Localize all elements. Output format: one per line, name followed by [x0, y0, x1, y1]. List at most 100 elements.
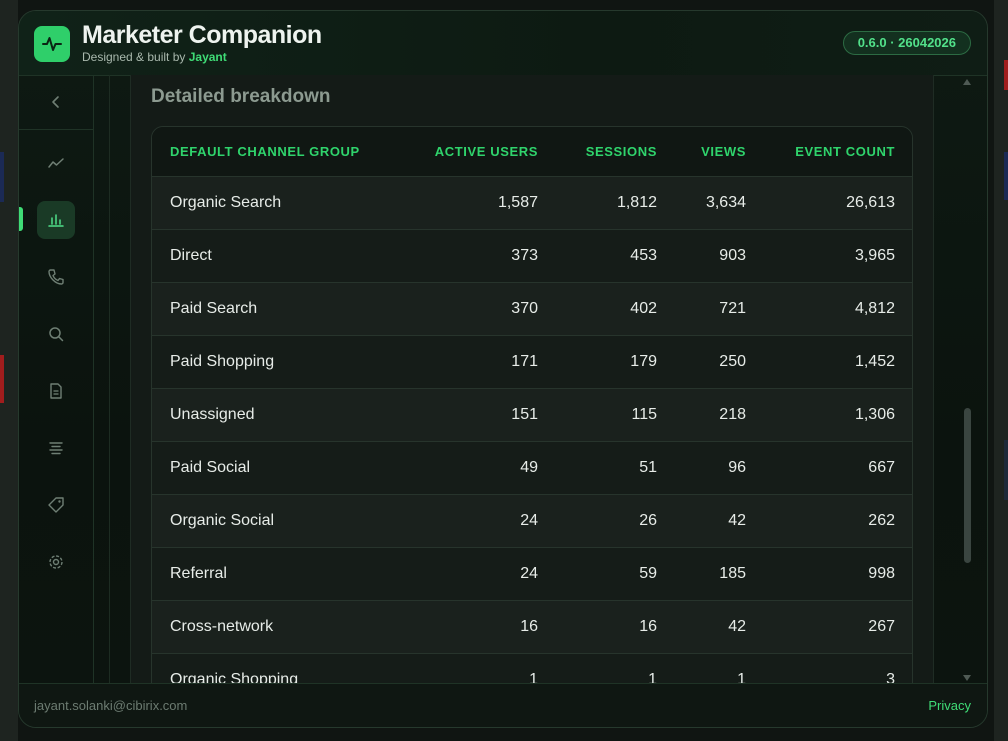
metric-cell: 1,306 — [763, 388, 912, 442]
sidebar-item-calls[interactable] — [37, 258, 75, 296]
background-window-edge-right — [994, 0, 1008, 741]
column-header[interactable]: ACTIVE USERS — [402, 127, 555, 177]
table-row: Organic Social 24 26 42 262 — [152, 494, 912, 548]
column-header[interactable]: VIEWS — [674, 127, 763, 177]
table-row: Cross-network 16 16 42 267 — [152, 600, 912, 654]
sidebar-item-tags[interactable] — [37, 486, 75, 524]
table-row: Unassigned 151 115 218 1,306 — [152, 388, 912, 442]
metric-cell: 402 — [555, 282, 674, 336]
document-icon — [50, 383, 62, 399]
background-window-strip — [1004, 152, 1008, 200]
metric-cell: 998 — [763, 547, 912, 601]
channel-name-cell: Referral — [152, 547, 402, 601]
metric-cell: 1,587 — [402, 176, 555, 230]
sidebar-item-documents[interactable] — [37, 372, 75, 410]
sidebar — [19, 75, 94, 685]
metric-cell: 903 — [674, 229, 763, 283]
section-title: Detailed breakdown — [151, 86, 331, 107]
metric-cell: 1 — [674, 653, 763, 685]
metric-cell: 115 — [555, 388, 674, 442]
metric-cell: 51 — [555, 441, 674, 495]
user-email: jayant.solanki@cibirix.com — [34, 698, 188, 713]
metric-cell: 42 — [674, 494, 763, 548]
metric-cell: 453 — [555, 229, 674, 283]
privacy-link[interactable]: Privacy — [928, 698, 971, 713]
tag-icon — [48, 497, 64, 513]
breakdown-table: DEFAULT CHANNEL GROUP ACTIVE USERS SESSI… — [151, 126, 913, 685]
app-title: Marketer Companion — [82, 21, 322, 49]
channel-name-cell: Organic Search — [152, 176, 402, 230]
chevron-left-icon — [52, 96, 59, 108]
metric-cell: 151 — [402, 388, 555, 442]
table-row: Paid Search 370 402 721 4,812 — [152, 282, 912, 336]
metric-cell: 24 — [402, 547, 555, 601]
sidebar-item-settings[interactable] — [37, 543, 75, 581]
table-row: Paid Social 49 51 96 667 — [152, 441, 912, 495]
metric-cell: 96 — [674, 441, 763, 495]
pulse-logo-icon — [34, 26, 70, 62]
sidebar-item-content[interactable] — [37, 429, 75, 467]
metric-cell: 49 — [402, 441, 555, 495]
channel-name-cell: Paid Search — [152, 282, 402, 336]
sidebar-item-reports[interactable] — [37, 201, 75, 239]
metric-cell: 250 — [674, 335, 763, 389]
background-window-strip — [1004, 60, 1008, 90]
app-header: Marketer Companion Designed & built by J… — [19, 11, 987, 76]
metric-cell: 267 — [763, 600, 912, 654]
subtitle-prefix: Designed & built by — [82, 50, 189, 64]
metric-cell: 179 — [555, 335, 674, 389]
vertical-scrollbar[interactable] — [959, 75, 975, 685]
table-row: Paid Shopping 171 179 250 1,452 — [152, 335, 912, 389]
metric-cell: 1 — [555, 653, 674, 685]
channel-name-cell: Paid Social — [152, 441, 402, 495]
metric-cell: 1 — [402, 653, 555, 685]
scrollbar-thumb[interactable] — [964, 408, 971, 563]
channel-name-cell: Paid Shopping — [152, 335, 402, 389]
metric-cell: 171 — [402, 335, 555, 389]
background-window-strip — [0, 355, 4, 403]
app-subtitle: Designed & built by Jayant — [82, 50, 227, 64]
metric-cell: 16 — [402, 600, 555, 654]
scroll-up-arrow-icon[interactable] — [962, 78, 972, 86]
metric-cell: 4,812 — [763, 282, 912, 336]
content-divider — [109, 75, 110, 685]
column-header[interactable]: SESSIONS — [555, 127, 674, 177]
channel-name-cell: Cross-network — [152, 600, 402, 654]
breakdown-panel: Detailed breakdown DEFAULT CHANNEL GROUP… — [130, 75, 934, 685]
metric-cell: 1,812 — [555, 176, 674, 230]
column-header[interactable]: EVENT COUNT — [763, 127, 912, 177]
trend-line-icon — [48, 158, 64, 168]
metric-cell: 721 — [674, 282, 763, 336]
metric-cell: 218 — [674, 388, 763, 442]
metric-cell: 1,452 — [763, 335, 912, 389]
version-badge: 0.6.0 · 26042026 — [842, 31, 971, 55]
collapse-sidebar-button[interactable] — [19, 75, 93, 130]
gear-icon — [49, 555, 63, 569]
bar-chart-icon — [48, 214, 64, 227]
metric-cell: 16 — [555, 600, 674, 654]
table-row: Organic Shopping 1 1 1 3 — [152, 653, 912, 685]
phone-icon — [48, 269, 64, 285]
metric-cell: 26,613 — [763, 176, 912, 230]
metric-cell: 3,634 — [674, 176, 763, 230]
metric-cell: 262 — [763, 494, 912, 548]
channel-name-cell: Organic Shopping — [152, 653, 402, 685]
channel-name-cell: Organic Social — [152, 494, 402, 548]
scroll-down-arrow-icon[interactable] — [962, 674, 972, 682]
active-nav-indicator — [19, 207, 23, 231]
metric-cell: 42 — [674, 600, 763, 654]
channel-name-cell: Unassigned — [152, 388, 402, 442]
background-window-strip — [1004, 440, 1008, 500]
background-window-strip — [0, 152, 4, 202]
app-window: Marketer Companion Designed & built by J… — [18, 10, 988, 728]
author-link[interactable]: Jayant — [189, 50, 227, 64]
main-content: Detailed breakdown DEFAULT CHANNEL GROUP… — [94, 75, 975, 685]
metric-cell: 3 — [763, 653, 912, 685]
align-center-icon — [49, 442, 63, 455]
column-header[interactable]: DEFAULT CHANNEL GROUP — [152, 127, 402, 177]
sidebar-item-trends[interactable] — [37, 144, 75, 182]
metric-cell: 373 — [402, 229, 555, 283]
table-row: Organic Search 1,587 1,812 3,634 26,613 — [152, 176, 912, 230]
metric-cell: 24 — [402, 494, 555, 548]
sidebar-item-search[interactable] — [37, 315, 75, 353]
